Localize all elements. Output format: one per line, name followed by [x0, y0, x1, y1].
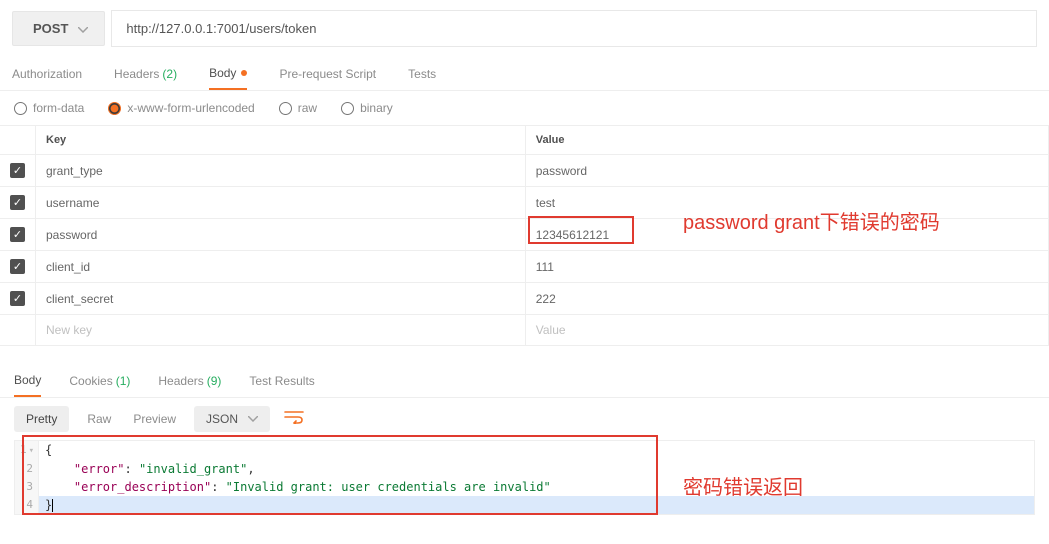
radio-urlencoded[interactable]: x-www-form-urlencoded	[108, 101, 254, 115]
table-row: ✓ grant_type password	[0, 155, 1049, 187]
response-body[interactable]: 1▾ { 2 "error": "invalid_grant", 3 "erro…	[14, 440, 1035, 515]
param-key-cell[interactable]: client_id	[36, 251, 526, 283]
resp-tab-body[interactable]: Body	[14, 364, 41, 397]
view-raw-button[interactable]: Raw	[83, 406, 115, 432]
dot-icon	[241, 70, 247, 76]
wrap-lines-icon[interactable]	[284, 410, 304, 429]
table-row-new: New key Value	[0, 315, 1049, 346]
param-value-cell[interactable]: test	[525, 187, 1048, 219]
line-number: 3	[15, 478, 39, 496]
line-number: 4	[15, 496, 39, 514]
http-method-label: POST	[33, 21, 68, 36]
request-tabs: Authorization Headers (2) Body Pre-reque…	[0, 57, 1049, 91]
format-select[interactable]: JSON	[194, 406, 270, 432]
param-value-cell[interactable]: 12345612121	[525, 219, 1048, 251]
param-value-cell[interactable]: 222	[525, 283, 1048, 315]
response-tabs: Body Cookies (1) Headers (9) Test Result…	[0, 364, 1049, 398]
chevron-down-icon	[248, 416, 258, 422]
param-key-cell[interactable]: grant_type	[36, 155, 526, 187]
tab-authorization[interactable]: Authorization	[12, 57, 82, 90]
http-method-select[interactable]: POST	[12, 11, 105, 46]
view-preview-button[interactable]: Preview	[129, 406, 180, 432]
resp-tab-headers[interactable]: Headers (9)	[158, 364, 221, 397]
checkbox-icon[interactable]: ✓	[10, 227, 25, 242]
checkbox-icon[interactable]: ✓	[10, 291, 25, 306]
radio-raw[interactable]: raw	[279, 101, 317, 115]
tab-prerequest[interactable]: Pre-request Script	[279, 57, 376, 90]
new-key-input[interactable]: New key	[36, 315, 526, 346]
param-key-cell[interactable]: username	[36, 187, 526, 219]
table-row: ✓ client_secret 222	[0, 283, 1049, 315]
body-type-row: form-data x-www-form-urlencoded raw bina…	[0, 91, 1049, 125]
param-value-cell[interactable]: password	[525, 155, 1048, 187]
resp-tab-cookies[interactable]: Cookies (1)	[69, 364, 130, 397]
new-value-input[interactable]: Value	[525, 315, 1048, 346]
tab-tests[interactable]: Tests	[408, 57, 436, 90]
resp-tab-tests[interactable]: Test Results	[249, 364, 314, 397]
param-value-cell[interactable]: 111	[525, 251, 1048, 283]
radio-form-data[interactable]: form-data	[14, 101, 84, 115]
checkbox-icon[interactable]: ✓	[10, 163, 25, 178]
table-row: ✓ password 12345612121	[0, 219, 1049, 251]
param-key-cell[interactable]: password	[36, 219, 526, 251]
checkbox-icon[interactable]: ✓	[10, 195, 25, 210]
line-number: 1▾	[15, 441, 39, 460]
table-row: ✓ client_id 111	[0, 251, 1049, 283]
table-row: ✓ username test	[0, 187, 1049, 219]
checkbox-icon[interactable]: ✓	[10, 259, 25, 274]
tab-body[interactable]: Body	[209, 57, 247, 90]
param-key-cell[interactable]: client_secret	[36, 283, 526, 315]
response-toolbar: Pretty Raw Preview JSON	[0, 398, 1049, 440]
col-key: Key	[36, 126, 526, 155]
tab-headers[interactable]: Headers (2)	[114, 57, 177, 90]
col-value: Value	[525, 126, 1048, 155]
params-table: Key Value ✓ grant_type password ✓ userna…	[0, 125, 1049, 346]
chevron-down-icon	[78, 21, 88, 36]
view-pretty-button[interactable]: Pretty	[14, 406, 69, 432]
url-input[interactable]	[111, 10, 1037, 47]
text-cursor	[52, 499, 53, 512]
line-number: 2	[15, 460, 39, 478]
radio-binary[interactable]: binary	[341, 101, 393, 115]
